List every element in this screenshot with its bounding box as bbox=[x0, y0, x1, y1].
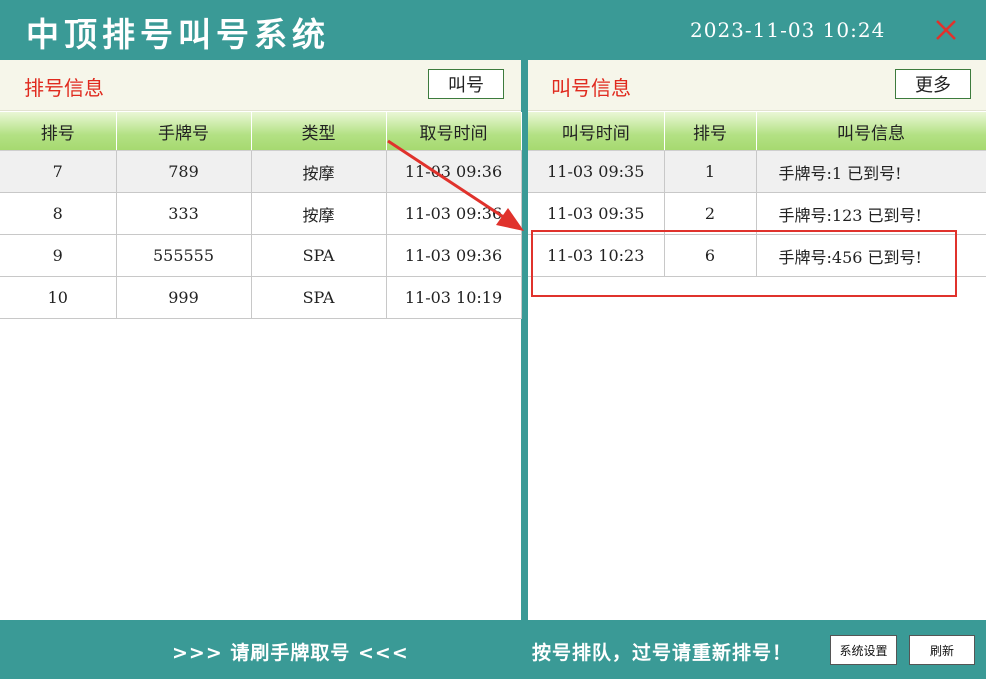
queue-panel-title: 排号信息 bbox=[24, 76, 104, 100]
call-message: 手牌号:123 已到号! bbox=[756, 192, 986, 235]
table-row[interactable]: 11-03 10:23 6 手牌号:456 已到号! bbox=[528, 234, 986, 277]
call-message: 手牌号:456 已到号! bbox=[756, 234, 986, 277]
queue-panel: 排号信息 叫号 排号 手牌号 类型 取号时间 7 789 按摩 11-03 09… bbox=[0, 60, 522, 620]
queue-number: 6 bbox=[664, 234, 757, 277]
column-header[interactable]: 取号时间 bbox=[386, 112, 522, 151]
called-panel-title: 叫号信息 bbox=[551, 76, 631, 100]
service-type: SPA bbox=[251, 234, 387, 277]
called-panel: 叫号信息 更多 叫号时间 排号 叫号信息 11-03 09:35 1 手牌号:1… bbox=[528, 60, 986, 620]
table-row[interactable]: 11-03 09:35 1 手牌号:1 已到号! bbox=[528, 150, 986, 193]
system-settings-button[interactable]: 系统设置 bbox=[830, 635, 897, 665]
ticket-time: 11-03 09:36 bbox=[386, 150, 522, 193]
column-header[interactable]: 排号 bbox=[664, 112, 757, 151]
service-type: 按摩 bbox=[251, 192, 387, 235]
title-bar: 中顶排号叫号系统 2023-11-03 10:24 bbox=[0, 0, 986, 60]
queue-number: 1 bbox=[664, 150, 757, 193]
close-button[interactable] bbox=[930, 14, 962, 46]
queue-number: 10 bbox=[0, 276, 117, 319]
table-row[interactable]: 7 789 按摩 11-03 09:36 bbox=[0, 150, 522, 193]
called-panel-header: 叫号信息 更多 bbox=[528, 60, 986, 111]
swipe-card-prompt: >>> 请刷手牌取号 <<< bbox=[172, 642, 409, 664]
wristband-number: 333 bbox=[116, 192, 252, 235]
ticket-time: 11-03 09:36 bbox=[386, 192, 522, 235]
queue-panel-header: 排号信息 叫号 bbox=[0, 60, 521, 111]
table-row[interactable]: 11-03 09:35 2 手牌号:123 已到号! bbox=[528, 192, 986, 235]
column-header[interactable]: 类型 bbox=[251, 112, 387, 151]
queue-number: 8 bbox=[0, 192, 117, 235]
table-row[interactable]: 8 333 按摩 11-03 09:36 bbox=[0, 192, 522, 235]
queue-number: 2 bbox=[664, 192, 757, 235]
datetime-display: 2023-11-03 10:24 bbox=[690, 18, 886, 42]
more-button[interactable]: 更多 bbox=[895, 69, 971, 99]
service-type: SPA bbox=[251, 276, 387, 319]
ticket-time: 11-03 10:19 bbox=[386, 276, 522, 319]
wristband-number: 789 bbox=[116, 150, 252, 193]
call-time: 11-03 10:23 bbox=[528, 234, 665, 277]
queue-table: 排号 手牌号 类型 取号时间 7 789 按摩 11-03 09:36 8 33… bbox=[0, 112, 522, 319]
called-table-header: 叫号时间 排号 叫号信息 bbox=[528, 112, 986, 151]
wristband-number: 555555 bbox=[116, 234, 252, 277]
column-header[interactable]: 排号 bbox=[0, 112, 117, 151]
call-number-button[interactable]: 叫号 bbox=[428, 69, 504, 99]
call-message: 手牌号:1 已到号! bbox=[756, 150, 986, 193]
queue-notice: 按号排队，过号请重新排号！ bbox=[532, 642, 793, 664]
ticket-time: 11-03 09:36 bbox=[386, 234, 522, 277]
queue-table-header: 排号 手牌号 类型 取号时间 bbox=[0, 112, 522, 151]
wristband-number: 999 bbox=[116, 276, 252, 319]
table-row[interactable]: 9 555555 SPA 11-03 09:36 bbox=[0, 234, 522, 277]
footer-bar: >>> 请刷手牌取号 <<< 按号排队，过号请重新排号！ 系统设置 刷新 bbox=[0, 620, 986, 679]
app-title: 中顶排号叫号系统 bbox=[26, 15, 330, 54]
queue-number: 9 bbox=[0, 234, 117, 277]
call-time: 11-03 09:35 bbox=[528, 192, 665, 235]
table-row[interactable]: 10 999 SPA 11-03 10:19 bbox=[0, 276, 522, 319]
column-header[interactable]: 手牌号 bbox=[116, 112, 252, 151]
close-icon bbox=[936, 20, 956, 40]
column-header[interactable]: 叫号时间 bbox=[528, 112, 665, 151]
call-time: 11-03 09:35 bbox=[528, 150, 665, 193]
queue-number: 7 bbox=[0, 150, 117, 193]
service-type: 按摩 bbox=[251, 150, 387, 193]
refresh-button[interactable]: 刷新 bbox=[909, 635, 975, 665]
called-table: 叫号时间 排号 叫号信息 11-03 09:35 1 手牌号:1 已到号! 11… bbox=[528, 112, 986, 277]
column-header[interactable]: 叫号信息 bbox=[756, 112, 986, 151]
